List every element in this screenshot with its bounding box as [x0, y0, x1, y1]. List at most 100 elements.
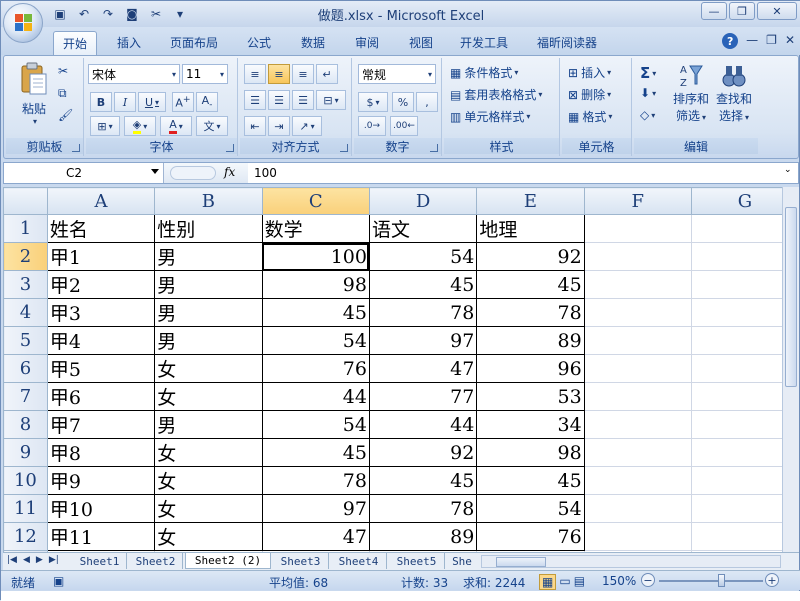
cell-c3[interactable]: 98: [261, 270, 370, 299]
restore-button[interactable]: ❐: [729, 2, 755, 20]
comma-style-button[interactable]: ,: [416, 92, 438, 112]
customize-qat-icon[interactable]: ▾: [171, 5, 189, 23]
cell-b7[interactable]: 女: [154, 382, 263, 411]
page-break-view-icon[interactable]: ▤: [574, 574, 585, 590]
macro-record-icon[interactable]: ▣: [53, 574, 64, 588]
cell-f3[interactable]: [583, 270, 692, 299]
sort-filter-button[interactable]: A Z 排序和 筛选 ▾: [672, 62, 710, 124]
fill-button[interactable]: ⬇ ▾: [640, 86, 656, 100]
horizontal-scroll-thumb[interactable]: [496, 557, 546, 567]
row-header[interactable]: 10: [3, 466, 48, 495]
tools-icon[interactable]: ✂: [147, 5, 165, 23]
select-all-corner[interactable]: [3, 187, 48, 215]
cell-d1[interactable]: 语文: [368, 214, 478, 243]
cell-b11[interactable]: 女: [154, 494, 263, 523]
cell-f6[interactable]: [583, 354, 692, 383]
cell-d4[interactable]: 78: [368, 298, 478, 327]
row-header[interactable]: 4: [3, 298, 48, 327]
align-center-button[interactable]: ☰: [268, 90, 290, 110]
cell-b4[interactable]: 男: [154, 298, 263, 327]
row-header[interactable]: 1: [3, 214, 48, 243]
align-right-button[interactable]: ☰: [292, 90, 314, 110]
zoom-knob[interactable]: [718, 574, 726, 587]
shrink-font-button[interactable]: A-: [196, 92, 218, 112]
cell-f2[interactable]: [583, 242, 692, 271]
delete-cells-button[interactable]: ⊠ 删除 ▾: [568, 86, 611, 103]
undo-icon[interactable]: ↶: [75, 5, 93, 23]
increase-indent-button[interactable]: ⇥: [268, 116, 290, 136]
cell-c12[interactable]: 47: [261, 522, 370, 551]
cell-e3[interactable]: 45: [476, 270, 585, 299]
sheet-tab-sheet4[interactable]: Sheet4: [331, 553, 387, 569]
cell-f9[interactable]: [583, 438, 692, 467]
borders-button[interactable]: ⊞ ▾: [90, 116, 120, 136]
vertical-scroll-thumb[interactable]: [785, 207, 797, 387]
row-header[interactable]: 7: [3, 382, 48, 411]
ribbon-minimize-icon[interactable]: —: [746, 33, 758, 49]
cell-e1[interactable]: 地理: [476, 214, 585, 243]
cell-f11[interactable]: [583, 494, 692, 523]
zoom-level[interactable]: 150%: [602, 574, 636, 588]
cell-a6[interactable]: 甲5: [46, 354, 156, 383]
align-bottom-button[interactable]: ≡: [292, 64, 314, 84]
first-sheet-icon[interactable]: |◀: [7, 555, 17, 565]
cell-d3[interactable]: 45: [368, 270, 478, 299]
tab-data[interactable]: 数据: [291, 31, 335, 53]
name-box[interactable]: C2: [4, 163, 164, 183]
cell-b2[interactable]: 男: [154, 242, 263, 271]
row-header[interactable]: 2: [3, 242, 48, 271]
cell-a5[interactable]: 甲4: [46, 326, 156, 355]
zoom-out-icon[interactable]: −: [641, 573, 655, 587]
tab-home[interactable]: 开始: [53, 31, 97, 55]
font-name-combo[interactable]: 宋体 ▾: [88, 64, 180, 84]
clipboard-launcher-icon[interactable]: [72, 144, 80, 152]
underline-button[interactable]: U ▾: [138, 92, 166, 112]
font-color-button[interactable]: A ▾: [160, 116, 192, 136]
office-button[interactable]: [3, 3, 43, 43]
cell-f4[interactable]: [583, 298, 692, 327]
cell-d5[interactable]: 97: [368, 326, 478, 355]
row-header[interactable]: 12: [3, 522, 48, 551]
decrease-indent-button[interactable]: ⇤: [244, 116, 266, 136]
cell-e7[interactable]: 53: [476, 382, 585, 411]
row-header[interactable]: 8: [3, 410, 48, 439]
cell-e10[interactable]: 45: [476, 466, 585, 495]
cell-b1[interactable]: 性别: [154, 214, 263, 243]
column-header-f[interactable]: F: [583, 187, 692, 215]
close-button[interactable]: ✕: [757, 2, 797, 20]
increase-decimal-button[interactable]: .0→: [358, 116, 386, 136]
column-header-d[interactable]: D: [368, 187, 478, 215]
cell-d7[interactable]: 77: [368, 382, 478, 411]
cell-d11[interactable]: 78: [368, 494, 478, 523]
align-middle-button[interactable]: ≡: [268, 64, 290, 84]
decrease-decimal-button[interactable]: .00←: [390, 116, 418, 136]
cell-d2[interactable]: 54: [368, 242, 478, 271]
cell-c8[interactable]: 54: [261, 410, 370, 439]
align-left-button[interactable]: ☰: [244, 90, 266, 110]
bold-button[interactable]: B: [90, 92, 112, 112]
cell-b3[interactable]: 男: [154, 270, 263, 299]
cell-e5[interactable]: 89: [476, 326, 585, 355]
cell-e9[interactable]: 98: [476, 438, 585, 467]
redo-icon[interactable]: ↷: [99, 5, 117, 23]
column-header-b[interactable]: B: [154, 187, 263, 215]
horizontal-scrollbar[interactable]: [481, 555, 781, 568]
page-layout-view-icon[interactable]: ▭: [559, 574, 570, 590]
font-launcher-icon[interactable]: [226, 144, 234, 152]
cell-d8[interactable]: 44: [368, 410, 478, 439]
next-sheet-icon[interactable]: ▶: [36, 555, 43, 565]
cell-d12[interactable]: 89: [368, 522, 478, 551]
formula-input[interactable]: 100: [254, 166, 277, 180]
cell-a9[interactable]: 甲8: [46, 438, 156, 467]
cell-f12[interactable]: [583, 522, 692, 551]
tab-foxit-reader[interactable]: 福昕阅读器: [529, 31, 605, 53]
percent-style-button[interactable]: %: [392, 92, 414, 112]
row-header[interactable]: 5: [3, 326, 48, 355]
cell-a8[interactable]: 甲7: [46, 410, 156, 439]
sheet-tab-sheet2[interactable]: Sheet2: [129, 553, 183, 569]
cell-a11[interactable]: 甲10: [46, 494, 156, 523]
save-icon[interactable]: ▣: [51, 5, 69, 23]
row-header[interactable]: 3: [3, 270, 48, 299]
cell-c11[interactable]: 97: [261, 494, 370, 523]
tab-developer[interactable]: 开发工具: [451, 31, 517, 53]
